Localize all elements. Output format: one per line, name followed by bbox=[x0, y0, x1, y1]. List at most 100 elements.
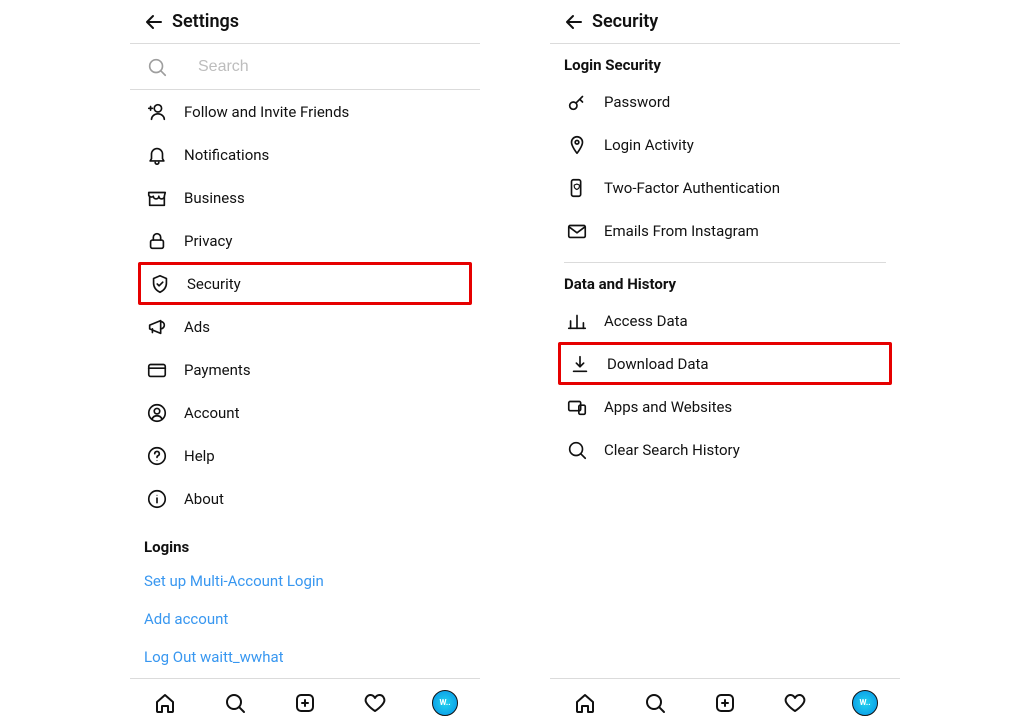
row-label: Apps and Websites bbox=[604, 398, 732, 416]
row-about[interactable]: About bbox=[144, 477, 466, 520]
search-icon bbox=[223, 691, 247, 715]
nav-home[interactable] bbox=[571, 689, 599, 717]
shield-check-icon bbox=[149, 273, 171, 295]
lock-icon bbox=[146, 230, 168, 252]
avatar-icon: W.. bbox=[852, 690, 878, 716]
invite-icon bbox=[146, 101, 168, 123]
row-label: Notifications bbox=[184, 146, 269, 164]
storefront-icon bbox=[144, 185, 170, 211]
bell-icon bbox=[144, 142, 170, 168]
row-label: Ads bbox=[184, 318, 210, 336]
logins-header: Logins bbox=[144, 538, 466, 556]
devices-icon bbox=[566, 396, 588, 418]
devices-icon bbox=[564, 394, 590, 420]
plus-square-icon bbox=[293, 691, 317, 715]
phone-shield-icon bbox=[564, 175, 590, 201]
settings-list: Follow and Invite Friends Notifications … bbox=[130, 90, 480, 688]
row-label: Help bbox=[184, 447, 215, 465]
nav-profile[interactable]: W.. bbox=[431, 689, 459, 717]
phone-shield-icon bbox=[566, 177, 588, 199]
row-notifications[interactable]: Notifications bbox=[144, 133, 466, 176]
row-invite[interactable]: Follow and Invite Friends bbox=[144, 90, 466, 133]
nav-profile[interactable]: W.. bbox=[851, 689, 879, 717]
back-button[interactable] bbox=[556, 4, 592, 40]
row-label: Two-Factor Authentication bbox=[604, 179, 780, 197]
row-label: Password bbox=[604, 93, 670, 111]
link-add[interactable]: Add account bbox=[144, 600, 466, 638]
bars-icon bbox=[566, 310, 588, 332]
megaphone-icon bbox=[144, 314, 170, 340]
row-twofactor[interactable]: Two-Factor Authentication bbox=[564, 166, 886, 209]
avatar-icon: W.. bbox=[432, 690, 458, 716]
person-circle-icon bbox=[146, 402, 168, 424]
search-input[interactable] bbox=[198, 58, 466, 76]
plus-square-icon bbox=[713, 691, 737, 715]
security-screen: Security Login Security Password Login A… bbox=[550, 0, 900, 726]
row-label: About bbox=[184, 490, 224, 508]
security-list: Login Security Password Login Activity T… bbox=[550, 56, 900, 483]
arrow-left-icon bbox=[142, 10, 166, 34]
link-label: Add account bbox=[144, 610, 228, 628]
key-icon bbox=[564, 89, 590, 115]
link-logout[interactable]: Log Out waitt_wwhat bbox=[144, 638, 466, 676]
mail-icon bbox=[566, 220, 588, 242]
row-business[interactable]: Business bbox=[144, 176, 466, 219]
row-payments[interactable]: Payments bbox=[144, 348, 466, 391]
key-icon bbox=[566, 91, 588, 113]
download-icon bbox=[569, 353, 591, 375]
section-header: Data and History bbox=[564, 275, 886, 293]
link-multi[interactable]: Set up Multi-Account Login bbox=[144, 562, 466, 600]
mail-icon bbox=[564, 218, 590, 244]
row-help[interactable]: Help bbox=[144, 434, 466, 477]
bars-icon bbox=[564, 308, 590, 334]
row-label: Account bbox=[184, 404, 240, 422]
person-circle-icon bbox=[144, 400, 170, 426]
link-label: Set up Multi-Account Login bbox=[144, 572, 324, 590]
nav-search[interactable] bbox=[641, 689, 669, 717]
row-emails[interactable]: Emails From Instagram bbox=[564, 209, 886, 252]
arrow-left-icon bbox=[562, 10, 586, 34]
page-title: Settings bbox=[172, 11, 239, 32]
row-password[interactable]: Password bbox=[564, 80, 886, 123]
row-account[interactable]: Account bbox=[144, 391, 466, 434]
nav-create[interactable] bbox=[291, 689, 319, 717]
pin-icon bbox=[566, 134, 588, 156]
header: Security bbox=[550, 0, 900, 44]
home-icon bbox=[153, 691, 177, 715]
card-icon bbox=[146, 359, 168, 381]
divider bbox=[564, 262, 886, 263]
nav-create[interactable] bbox=[711, 689, 739, 717]
home-icon bbox=[573, 691, 597, 715]
row-download[interactable]: Download Data bbox=[558, 342, 892, 385]
row-label: Emails From Instagram bbox=[604, 222, 759, 240]
row-label: Business bbox=[184, 189, 245, 207]
search-icon bbox=[144, 54, 170, 80]
link-label: Log Out waitt_wwhat bbox=[144, 648, 284, 666]
row-label: Login Activity bbox=[604, 136, 694, 154]
row-label: Security bbox=[187, 275, 241, 293]
row-privacy[interactable]: Privacy bbox=[144, 219, 466, 262]
pin-icon bbox=[564, 132, 590, 158]
nav-activity[interactable] bbox=[781, 689, 809, 717]
bottom-nav: W.. bbox=[550, 678, 900, 726]
info-circle-icon bbox=[146, 488, 168, 510]
row-apps[interactable]: Apps and Websites bbox=[564, 385, 886, 428]
back-button[interactable] bbox=[136, 4, 172, 40]
row-activity[interactable]: Login Activity bbox=[564, 123, 886, 166]
info-circle-icon bbox=[144, 486, 170, 512]
row-security[interactable]: Security bbox=[138, 262, 472, 305]
page-title: Security bbox=[592, 11, 658, 32]
nav-activity[interactable] bbox=[361, 689, 389, 717]
search-row[interactable] bbox=[130, 44, 480, 90]
storefront-icon bbox=[146, 187, 168, 209]
row-access[interactable]: Access Data bbox=[564, 299, 886, 342]
search-icon bbox=[564, 437, 590, 463]
nav-home[interactable] bbox=[151, 689, 179, 717]
row-label: Follow and Invite Friends bbox=[184, 103, 349, 121]
row-ads[interactable]: Ads bbox=[144, 305, 466, 348]
search-icon bbox=[566, 439, 588, 461]
nav-search[interactable] bbox=[221, 689, 249, 717]
row-clear[interactable]: Clear Search History bbox=[564, 428, 886, 471]
invite-icon bbox=[144, 99, 170, 125]
heart-icon bbox=[363, 691, 387, 715]
